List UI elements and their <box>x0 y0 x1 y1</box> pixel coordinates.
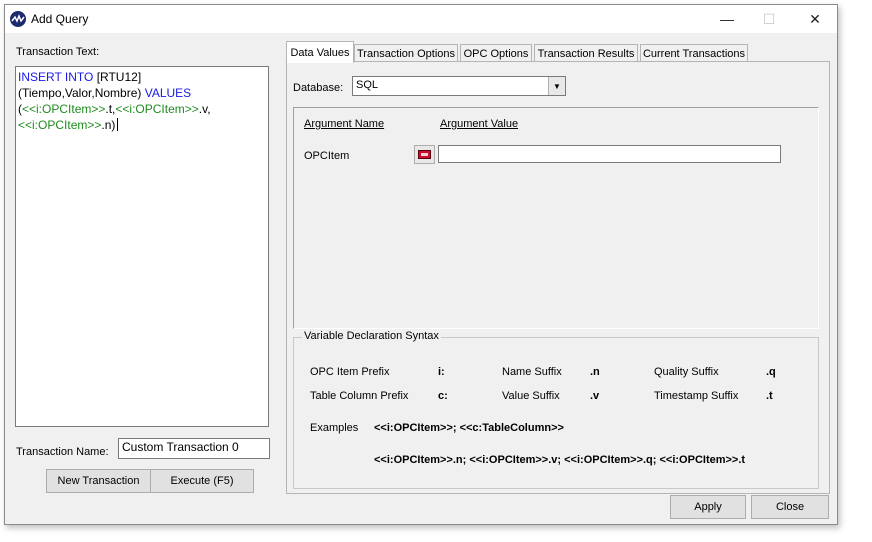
transaction-name-label: Transaction Name: <box>16 446 109 458</box>
tab-opc-options[interactable]: OPC Options <box>460 44 532 62</box>
name-suffix-value: .n <box>590 366 600 378</box>
tab-transaction-options[interactable]: Transaction Options <box>354 44 458 62</box>
close-window-button[interactable]: ✕ <box>793 5 837 33</box>
variable-syntax-group: Variable Declaration Syntax OPC Item Pre… <box>293 330 819 489</box>
table-column-prefix-value: c: <box>438 390 448 402</box>
dropdown-arrow-icon[interactable]: ▼ <box>548 77 565 95</box>
sql-text: .n) <box>101 118 116 132</box>
transaction-text-editor[interactable]: INSERT INTO [RTU12] (Tiempo,Valor,Nombre… <box>15 66 269 427</box>
table-column-prefix-label: Table Column Prefix <box>310 390 409 402</box>
sql-variable: <<i:OPCItem>> <box>22 102 106 116</box>
tag-icon <box>418 150 431 159</box>
sql-variable: <<i:OPCItem>> <box>18 118 102 132</box>
examples-line-1: <<i:OPCItem>>; <<c:TableColumn>> <box>374 422 564 434</box>
name-suffix-label: Name Suffix <box>502 366 562 378</box>
sql-variable: <<i:OPCItem>> <box>115 102 199 116</box>
tab-transaction-results[interactable]: Transaction Results <box>534 44 638 62</box>
value-suffix-value: .v <box>590 390 600 402</box>
new-transaction-button[interactable]: New Transaction <box>46 469 151 493</box>
timestamp-suffix-value: .t <box>766 390 773 402</box>
quality-suffix-label: Quality Suffix <box>654 366 719 378</box>
group-title: Variable Declaration Syntax <box>302 330 441 342</box>
tab-data-values[interactable]: Data Values <box>286 41 354 63</box>
close-button[interactable]: Close <box>751 495 829 519</box>
add-query-window: Add Query — ☐ ✕ Transaction Text: INSERT… <box>4 4 838 525</box>
timestamp-suffix-label: Timestamp Suffix <box>654 390 739 402</box>
argument-name-header: Argument Name <box>304 118 385 130</box>
database-label: Database: <box>293 82 344 94</box>
argument-value-header: Argument Value <box>440 118 519 130</box>
sql-keyword: INSERT INTO <box>18 70 94 84</box>
database-selected-value: SQL <box>356 79 379 91</box>
argument-grid: Argument Name Argument Value OPCItem <box>293 107 819 329</box>
window-title: Add Query <box>31 12 89 26</box>
sql-text: [RTU12] <box>93 70 142 84</box>
title-bar: Add Query — ☐ ✕ <box>5 5 837 33</box>
database-select[interactable]: SQL ▼ <box>352 76 566 96</box>
argument-name: OPCItem <box>304 150 350 162</box>
execute-button[interactable]: Execute (F5) <box>150 469 254 493</box>
apply-button[interactable]: Apply <box>670 495 746 519</box>
transaction-name-input[interactable]: Custom Transaction 0 <box>118 438 270 459</box>
sql-text: .v, <box>198 102 211 116</box>
minimize-button[interactable]: — <box>705 5 749 33</box>
transaction-text-label: Transaction Text: <box>16 46 100 58</box>
maximize-button[interactable]: ☐ <box>747 5 791 33</box>
examples-line-2: <<i:OPCItem>>.n; <<i:OPCItem>>.v; <<i:OP… <box>374 454 746 466</box>
sql-text: (Tiempo,Valor,Nombre) <box>18 86 145 100</box>
tag-browse-button[interactable] <box>414 145 435 164</box>
app-logo-icon <box>10 11 26 27</box>
value-suffix-label: Value Suffix <box>502 390 560 402</box>
quality-suffix-value: .q <box>766 366 776 378</box>
argument-value-input[interactable] <box>438 145 781 163</box>
opc-item-prefix-value: i: <box>438 366 445 378</box>
data-values-panel: Database: SQL ▼ Argument Name Argument V… <box>286 61 830 494</box>
sql-keyword: VALUES <box>144 86 192 100</box>
text-caret <box>117 118 119 131</box>
opc-item-prefix-label: OPC Item Prefix <box>310 366 390 378</box>
sql-text: .t, <box>105 102 116 116</box>
examples-label: Examples <box>310 422 359 434</box>
tab-current-transactions[interactable]: Current Transactions <box>640 44 748 62</box>
